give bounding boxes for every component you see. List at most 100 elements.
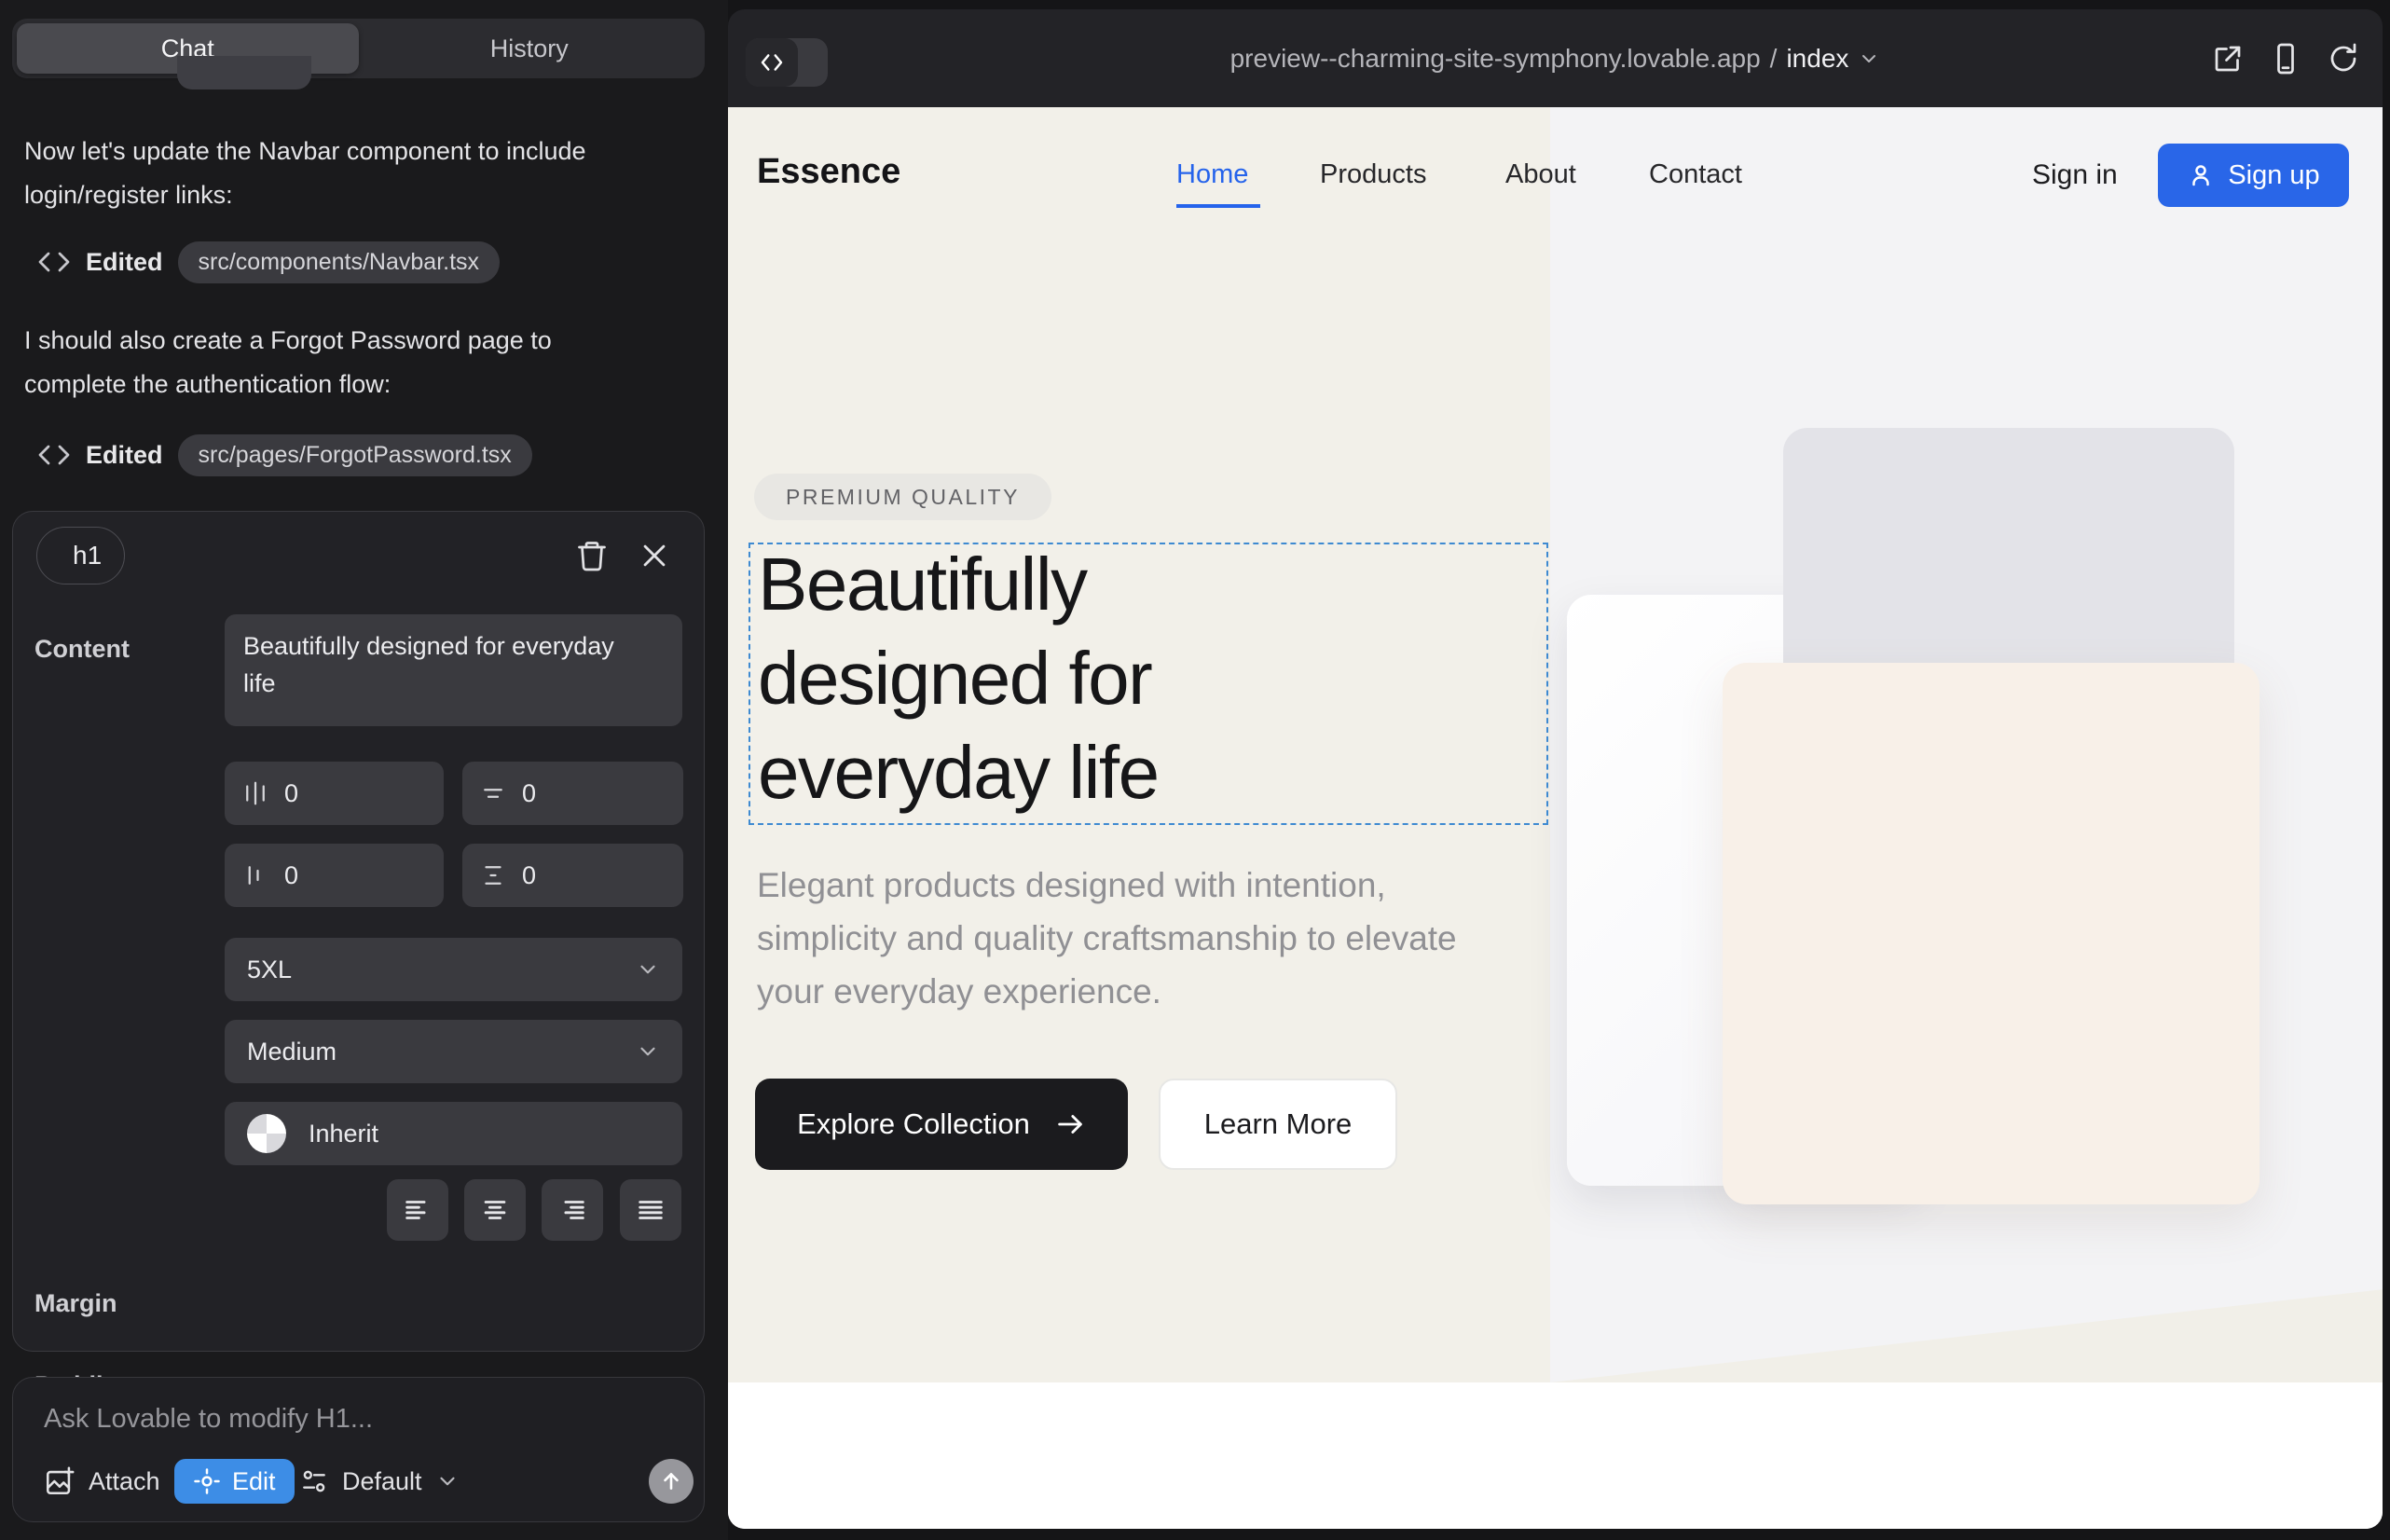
align-right-icon (556, 1194, 588, 1226)
model-default-button[interactable]: Default (299, 1458, 460, 1505)
attach-image-icon (44, 1465, 76, 1497)
padding-y-input[interactable]: 0 (462, 844, 683, 907)
composer-toolbar: Attach Edit Default (13, 1458, 704, 1505)
align-justify-icon (635, 1194, 666, 1226)
align-left-icon (402, 1194, 433, 1226)
lovable-workspace: Chat History Now let's update the Navbar… (0, 0, 2390, 1540)
color-swatch (247, 1114, 286, 1153)
font-weight-value: Medium (247, 1038, 337, 1066)
url-page: index (1786, 44, 1848, 74)
padding-y-value: 0 (522, 861, 536, 890)
file-badge[interactable]: src/components/Navbar.tsx (178, 241, 501, 283)
active-nav-underline (1176, 204, 1260, 208)
mobile-view-button[interactable] (2269, 42, 2302, 76)
nav-link-contact[interactable]: Contact (1649, 159, 1742, 190)
edited-file-row: Edited src/components/Navbar.tsx (37, 241, 500, 283)
padding-x-value: 0 (284, 861, 298, 890)
smartphone-icon (2269, 42, 2302, 76)
edit-mode-button[interactable]: Edit (174, 1459, 295, 1504)
margin-vertical-icon (479, 779, 507, 807)
content-label: Content (34, 635, 130, 664)
default-label: Default (342, 1467, 422, 1496)
sign-up-button[interactable]: Sign up (2158, 144, 2349, 207)
content-input[interactable]: Beautifully designed for everyday life (225, 614, 682, 726)
file-badge[interactable]: src/pages/ForgotPassword.tsx (178, 434, 532, 476)
sign-in-link[interactable]: Sign in (2032, 159, 2118, 191)
edited-label: Edited (86, 441, 163, 470)
chevron-down-icon (636, 957, 660, 982)
code-icon (37, 248, 71, 276)
element-editor-panel: h1 Content Beautifully designed for ever… (12, 511, 705, 1352)
preview-pane: preview--charming-site-symphony.lovable.… (728, 9, 2383, 1529)
nav-link-home[interactable]: Home (1176, 159, 1248, 190)
hero-heading[interactable]: Beautifully designed for everyday life (758, 537, 1317, 819)
chat-panel: Chat History Now let's update the Navbar… (0, 0, 728, 1540)
trash-icon (575, 539, 609, 572)
delete-element-button[interactable] (569, 532, 615, 579)
color-select[interactable]: Inherit (225, 1102, 682, 1165)
hero-paragraph: Elegant products designed with intention… (757, 859, 1503, 1018)
font-weight-select[interactable]: Medium (225, 1020, 682, 1083)
next-section-background (728, 1382, 2383, 1529)
align-justify-button[interactable] (620, 1179, 681, 1241)
learn-more-button[interactable]: Learn More (1159, 1079, 1397, 1170)
align-left-button[interactable] (387, 1179, 448, 1241)
padding-x-input[interactable]: 0 (225, 844, 444, 907)
site-logo[interactable]: Essence (757, 152, 900, 192)
user-icon (2187, 161, 2215, 189)
send-button[interactable] (649, 1459, 694, 1504)
padding-vertical-icon (479, 861, 507, 889)
assistant-message: I should also create a Forgot Password p… (24, 319, 621, 406)
align-center-button[interactable] (464, 1179, 526, 1241)
h1-selection-outline[interactable]: Beautifully designed for everyday life (749, 543, 1548, 825)
url-separator: / (1770, 44, 1778, 74)
code-icon (37, 441, 71, 469)
open-in-new-tab-button[interactable] (2211, 42, 2245, 76)
refresh-button[interactable] (2327, 42, 2360, 76)
margin-horizontal-icon (241, 779, 269, 807)
explore-collection-label: Explore Collection (797, 1107, 1030, 1141)
tab-history[interactable]: History (359, 23, 701, 74)
edited-label: Edited (86, 248, 163, 277)
preview-url-bar[interactable]: preview--charming-site-symphony.lovable.… (728, 9, 2383, 107)
sign-up-label: Sign up (2228, 160, 2319, 191)
attach-label: Attach (89, 1467, 160, 1496)
assistant-message: Now let's update the Navbar component to… (24, 130, 621, 217)
margin-x-input[interactable]: 0 (225, 762, 444, 825)
font-size-value: 5XL (247, 956, 292, 984)
align-center-icon (479, 1194, 511, 1226)
font-size-select[interactable]: 5XL (225, 938, 682, 1001)
external-link-icon (2211, 42, 2245, 76)
preview-chrome-bar: preview--charming-site-symphony.lovable.… (728, 9, 2383, 107)
decorative-card-cream (1723, 663, 2260, 1204)
margin-x-value: 0 (284, 779, 298, 808)
margin-y-value: 0 (522, 779, 536, 808)
close-editor-button[interactable] (631, 532, 678, 579)
padding-horizontal-icon (241, 861, 269, 889)
attach-button[interactable]: Attach (44, 1458, 160, 1505)
nav-link-products[interactable]: Products (1320, 159, 1426, 190)
nav-link-about[interactable]: About (1505, 159, 1576, 190)
margin-label: Margin (34, 1289, 117, 1318)
align-right-button[interactable] (542, 1179, 603, 1241)
edit-label: Edit (232, 1467, 276, 1496)
margin-y-input[interactable]: 0 (462, 762, 683, 825)
composer-placeholder[interactable]: Ask Lovable to modify H1... (44, 1404, 373, 1435)
arrow-up-icon (659, 1469, 683, 1493)
url-domain: preview--charming-site-symphony.lovable.… (1230, 44, 1761, 74)
refresh-icon (2327, 42, 2360, 76)
chat-composer[interactable]: Ask Lovable to modify H1... Attach Ed (12, 1377, 705, 1522)
locate-icon (193, 1467, 221, 1495)
explore-collection-button[interactable]: Explore Collection (755, 1079, 1128, 1170)
chevron-down-icon (1858, 48, 1880, 70)
chat-history-tabs: Chat History (12, 19, 705, 78)
edited-file-row: Edited src/pages/ForgotPassword.tsx (37, 433, 532, 476)
close-icon (639, 540, 670, 571)
chevron-down-icon (435, 1469, 460, 1493)
site-viewport: Essence Home Products About Contact Sign… (728, 107, 2383, 1529)
element-tag-label: h1 (73, 541, 102, 571)
settings-sliders-icon (299, 1466, 329, 1496)
color-value: Inherit (309, 1120, 378, 1148)
arrow-right-icon (1054, 1108, 1086, 1140)
selected-element-tag[interactable]: h1 (36, 527, 125, 584)
